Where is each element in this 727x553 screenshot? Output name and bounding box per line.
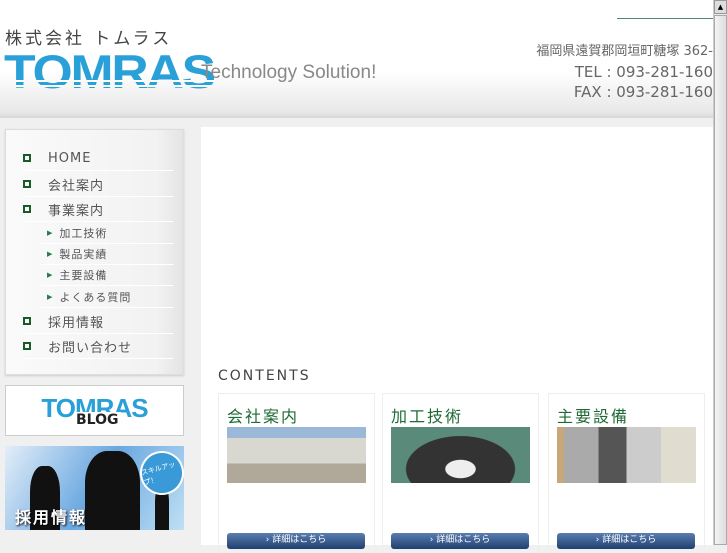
nav-recruit[interactable]: 採用情報 — [23, 309, 173, 334]
arrow-right-icon: ▶ — [47, 271, 54, 279]
skill-up-badge: スキルアップ！ — [135, 446, 184, 500]
arrow-right-icon: ▶ — [47, 293, 54, 301]
site-header: 株式会社 トムラス TOMRAS Technology Solution! 福岡… — [0, 0, 713, 118]
slogan: Technology Solution! — [201, 62, 377, 83]
nav-label: 事業案内 — [48, 203, 105, 219]
vertical-scrollbar[interactable]: ▲ — [713, 0, 727, 545]
contact-info: 福岡県遠賀郡岡垣町糖塚 362- TEL : 093-281-160 FAX :… — [513, 42, 713, 102]
building-photo — [227, 427, 366, 483]
card-title: 加工技術 — [391, 407, 464, 426]
nav-label: 会社案内 — [48, 178, 105, 194]
nav-label: HOME — [48, 150, 92, 166]
address: 福岡県遠賀郡岡垣町糖塚 362- — [536, 44, 713, 59]
sidebar-nav: HOME 会社案内 事業案内 ▶ 加工技術 ▶ 製品実績 ▶ 主要設備 ▶ よくある質問… — [5, 129, 184, 375]
arrow-right-icon: ▶ — [47, 229, 54, 237]
nav-label: 主要設備 — [59, 269, 108, 282]
nav-label: 加工技術 — [59, 227, 108, 240]
nav-products[interactable]: ▶ 製品実績 — [41, 244, 173, 265]
details-button[interactable]: › 詳細はこちら — [391, 533, 529, 549]
card-title: 会社案内 — [227, 407, 300, 426]
scroll-up-icon[interactable]: ▲ — [714, 0, 727, 14]
details-button[interactable]: › 詳細はこちら — [557, 533, 695, 549]
nav-home[interactable]: HOME — [23, 146, 173, 171]
nav-label: お問い合わせ — [48, 340, 133, 356]
recruit-banner[interactable]: スキルアップ！ 採用情報 — [5, 446, 184, 530]
contents-heading: CONTENTS — [218, 368, 311, 384]
silhouette-image — [85, 451, 140, 530]
content-card-equipment: 主要設備 › 詳細はこちら — [548, 393, 705, 553]
square-bullet-icon — [23, 180, 31, 188]
content-card-company: 会社案内 › 詳細はこちら — [218, 393, 375, 553]
blog-label: BLOG — [74, 412, 121, 428]
decorative-line — [617, 18, 713, 19]
square-bullet-icon — [23, 342, 31, 350]
nav-business[interactable]: 事業案内 — [23, 197, 173, 222]
equipment-photo — [557, 427, 696, 483]
nav-contact[interactable]: お問い合わせ — [23, 334, 173, 359]
scrollbar-thumb[interactable] — [714, 15, 727, 545]
nav-faq[interactable]: ▶ よくある質問 — [41, 287, 173, 308]
tel: TEL : 093-281-160 — [574, 63, 713, 81]
fax: FAX : 093-281-160 — [573, 83, 713, 101]
site-logo[interactable]: TOMRAS — [4, 48, 216, 95]
nav-label: 採用情報 — [48, 315, 105, 331]
main-content: CONTENTS 会社案内 › 詳細はこちら 加工技術 › 詳細はこちら 主要設… — [201, 127, 713, 553]
square-bullet-icon — [23, 205, 31, 213]
recruit-label: 採用情報 — [15, 508, 88, 527]
square-bullet-icon — [23, 317, 31, 325]
nav-label: よくある質問 — [59, 291, 132, 304]
processing-photo — [391, 427, 530, 483]
card-title: 主要設備 — [557, 407, 630, 426]
arrow-right-icon: ▶ — [47, 250, 54, 258]
nav-company[interactable]: 会社案内 — [23, 172, 173, 197]
nav-equipment[interactable]: ▶ 主要設備 — [41, 265, 173, 286]
details-button[interactable]: › 詳細はこちら — [227, 533, 365, 549]
square-bullet-icon — [23, 154, 31, 162]
nav-processing[interactable]: ▶ 加工技術 — [41, 223, 173, 244]
blog-banner[interactable]: TOMRAS BLOG — [5, 385, 184, 436]
content-card-processing: 加工技術 › 詳細はこちら — [382, 393, 539, 553]
nav-label: 製品実績 — [59, 248, 108, 261]
